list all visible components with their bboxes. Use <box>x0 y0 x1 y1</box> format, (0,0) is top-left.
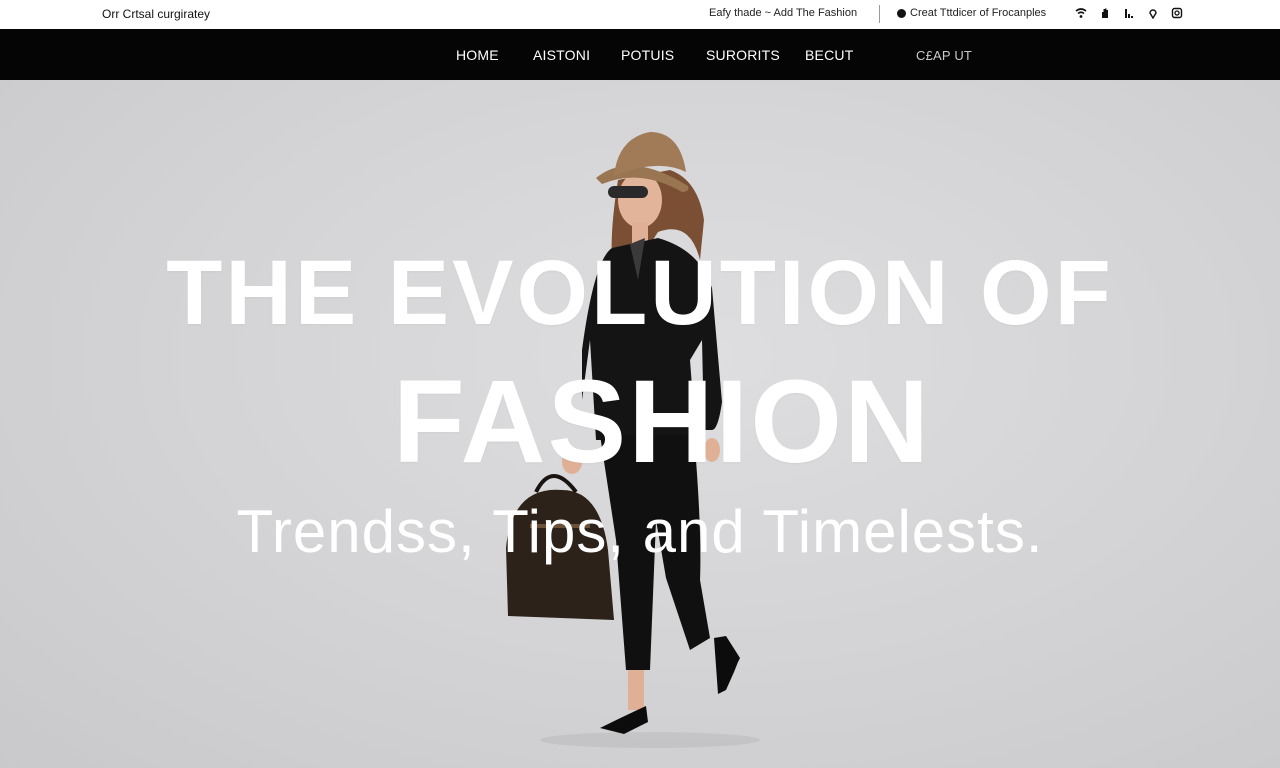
wifi-icon[interactable] <box>1074 6 1088 20</box>
hero-title-line2: FASHION <box>392 356 932 488</box>
contact-label: Creat Tttdicer of Frocanples <box>910 7 1047 19</box>
nav-item-aistoni[interactable]: AISTONI <box>533 47 590 63</box>
divider <box>879 5 880 23</box>
nav-item-surorits[interactable]: SURORITS <box>706 47 780 63</box>
hand-icon[interactable] <box>1098 6 1112 20</box>
nav-item-extra[interactable]: C£AP UT <box>916 48 972 63</box>
brand-link[interactable]: Orr Crtsal curgiratey <box>102 7 210 21</box>
hero-banner: THE EVOLUTION OF FASHION Trendss, Tips, … <box>0 80 1280 768</box>
chart-icon[interactable] <box>1122 6 1136 20</box>
circle-icon <box>897 8 906 18</box>
social-icons <box>1074 6 1184 20</box>
nav-item-home[interactable]: HOME <box>456 47 499 63</box>
contact-link[interactable]: Creat Tttdicer of Frocanples <box>897 7 1046 19</box>
nav-item-becut[interactable]: BECUT <box>805 47 853 63</box>
nav-item-potuis[interactable]: POTUIS <box>621 47 674 63</box>
location-pin-icon[interactable] <box>1146 6 1160 20</box>
instagram-icon[interactable] <box>1170 6 1184 20</box>
hero-title-line1: THE EVOLUTION OF <box>166 242 1114 344</box>
hero-tagline: Trendss, Tips, and Timelests. <box>236 498 1044 565</box>
promo-link[interactable]: Eafy thade ~ Add The Fashion <box>709 7 857 19</box>
utility-bar: Orr Crtsal curgiratey Eafy thade ~ Add T… <box>0 0 1280 29</box>
main-nav: HOME AISTONI POTUIS SURORITS BECUT C£AP … <box>0 29 1280 80</box>
